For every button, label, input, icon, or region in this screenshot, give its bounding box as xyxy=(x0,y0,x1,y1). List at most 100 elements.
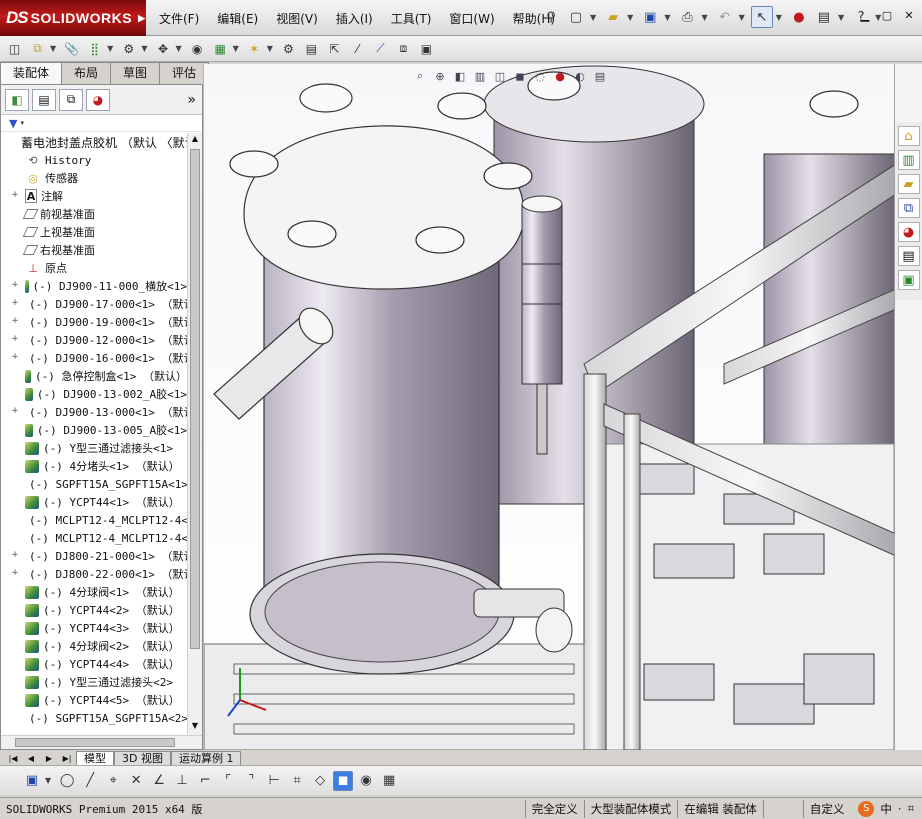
last-tab-icon[interactable]: ▶| xyxy=(58,752,76,765)
status-cell-4[interactable]: 自定义 xyxy=(802,799,851,818)
grid-icon[interactable]: ⌗ xyxy=(287,771,307,791)
expand-icon[interactable] xyxy=(9,514,21,526)
expand-icon[interactable]: + xyxy=(9,316,21,328)
expand-icon[interactable] xyxy=(9,496,21,508)
menu-item-4[interactable]: 工具(T) xyxy=(382,10,441,27)
tree-item[interactable]: + (-) DJ900-19-000<1> （默认 xyxy=(1,313,187,331)
tree-item[interactable]: (-) 4分球阀<2> （默认） xyxy=(1,637,187,655)
model-tab-2[interactable]: 运动算例 1 xyxy=(170,751,242,765)
tree-item[interactable]: + (-) DJ800-21-000<1> （默认 xyxy=(1,547,187,565)
next-tab-icon[interactable]: ▶ xyxy=(40,752,58,765)
scroll-up-icon[interactable]: ▲ xyxy=(188,134,202,148)
graphics-area[interactable]: ⌕ ⊕ ◧ ▥ ◫ ◼ ◌ ● ◐ ▤ xyxy=(203,64,895,750)
move-component-icon[interactable]: ✥ xyxy=(152,38,173,59)
expand-icon[interactable] xyxy=(9,370,21,382)
tree-item[interactable]: + (-) DJ900-11-000_横放<1> xyxy=(1,277,187,295)
menu-item-3[interactable]: 插入(I) xyxy=(327,10,382,27)
tree-item[interactable]: (-) YCPT44<5> （默认） xyxy=(1,691,187,709)
display-style-icon[interactable]: ◼ xyxy=(512,68,528,84)
forum-icon[interactable]: ▣ xyxy=(897,270,920,290)
tree-item[interactable]: + (-) DJ900-17-000<1> （默认 xyxy=(1,295,187,313)
expand-icon[interactable] xyxy=(9,712,21,724)
expand-icon[interactable] xyxy=(9,604,21,616)
bill-of-materials-icon[interactable]: ▤ xyxy=(301,38,322,59)
chevron-down-icon[interactable]: ▼ xyxy=(107,44,113,53)
zoom-to-fit-icon[interactable]: ⌕ xyxy=(412,68,428,84)
display-manager-tab-icon[interactable]: ◕ xyxy=(86,88,110,111)
point-icon[interactable]: ⌖ xyxy=(103,771,123,791)
take-snapshot-icon[interactable]: ▣ xyxy=(416,38,437,59)
menu-item-0[interactable]: 文件(F) xyxy=(150,10,208,27)
menu-item-5[interactable]: 窗口(W) xyxy=(440,10,503,27)
tree-item[interactable]: (-) 4分堵头<1> （默认） xyxy=(1,457,187,475)
undo-icon[interactable]: ↶ xyxy=(714,6,736,28)
dimension-icon[interactable]: ⊢ xyxy=(264,771,284,791)
tree-horizontal-scrollbar[interactable] xyxy=(1,735,202,749)
print-icon[interactable]: ⎙ xyxy=(676,6,698,28)
tree-item[interactable]: (-) MCLPT12-4_MCLPT12-4< xyxy=(1,511,187,529)
ime-settings-icon[interactable]: ⌗ xyxy=(908,801,914,816)
chevron-down-icon[interactable]: ▼ xyxy=(45,776,51,785)
tree-root-assembly[interactable]: 蓄电池封盖点胶机 （默认 〈默认 xyxy=(1,133,187,151)
tree-item[interactable]: (-) 急停控制盒<1> （默认） xyxy=(1,367,187,385)
expand-icon[interactable] xyxy=(9,694,21,706)
chevron-down-icon[interactable]: ▼ xyxy=(838,13,844,22)
menu-item-1[interactable]: 编辑(E) xyxy=(208,10,267,27)
expand-icon[interactable]: + xyxy=(9,334,21,346)
section-view-icon[interactable]: ▥ xyxy=(472,68,488,84)
chevron-down-icon[interactable]: ▼ xyxy=(233,44,239,53)
select-pointer-icon[interactable]: ↖ xyxy=(750,6,773,28)
zoom-area-icon[interactable]: ⊕ xyxy=(432,68,448,84)
camera-icon[interactable]: ◉ xyxy=(356,771,376,791)
expand-icon[interactable] xyxy=(9,388,21,400)
new-motion-study-icon[interactable]: ⚙ xyxy=(278,38,299,59)
expand-icon[interactable]: + xyxy=(9,190,21,202)
tree-item[interactable]: + (-) DJ800-22-000<1> （默认 xyxy=(1,565,187,583)
expand-icon[interactable]: + xyxy=(9,568,21,580)
smart-dimension-icon[interactable]: ⌐ xyxy=(195,771,215,791)
explode-line-sketch-icon[interactable]: ⁄ xyxy=(347,38,368,59)
ime-icon[interactable]: S xyxy=(858,800,875,817)
expand-icon[interactable]: + xyxy=(9,352,21,364)
ime-mode-label[interactable]: 中 xyxy=(880,801,892,817)
tree-filter[interactable]: ▼ ▾ xyxy=(1,115,202,132)
scroll-thumb[interactable] xyxy=(15,738,175,747)
file-properties-icon[interactable]: ▤ xyxy=(813,6,835,28)
line-icon[interactable]: ╱ xyxy=(80,771,100,791)
view-palette-icon[interactable]: ⧉ xyxy=(897,198,920,218)
expand-icon[interactable] xyxy=(9,154,21,166)
chevron-down-icon[interactable]: ▼ xyxy=(664,13,670,22)
tree-item[interactable]: (-) SGPFT15A_SGPFT15A<1> xyxy=(1,475,187,493)
smart-fasteners-icon[interactable]: ⚙ xyxy=(118,38,139,59)
tree-item[interactable]: (-) YCPT44<2> （默认） xyxy=(1,601,187,619)
angle-icon[interactable]: ∠ xyxy=(149,771,169,791)
insert-component-icon[interactable]: ◫ xyxy=(4,38,25,59)
open-folder-icon[interactable]: ▰ xyxy=(602,6,624,28)
expand-icon[interactable] xyxy=(9,676,21,688)
solidworks-resources-icon[interactable]: ⌂ xyxy=(897,126,920,146)
apply-scene-icon[interactable]: ◐ xyxy=(572,68,588,84)
command-tab-2[interactable]: 草图 xyxy=(110,62,161,84)
expand-icon[interactable] xyxy=(9,658,21,670)
tree-vertical-scrollbar[interactable]: ▲ ▼ xyxy=(187,133,202,736)
save-icon[interactable]: ▣ xyxy=(639,6,661,28)
minimize-icon[interactable]: ▁ xyxy=(856,6,874,24)
view-orientation-icon[interactable]: ◫ xyxy=(492,68,508,84)
view-table-icon[interactable]: ▦ xyxy=(379,771,399,791)
collapse-icon[interactable] xyxy=(1,136,13,148)
expand-icon[interactable] xyxy=(9,532,21,544)
close-icon[interactable]: ✕ xyxy=(900,6,918,24)
exploded-view-icon[interactable]: ⇱ xyxy=(324,38,345,59)
relation-icon[interactable]: ⊥ xyxy=(172,771,192,791)
view-settings-icon[interactable]: ▤ xyxy=(592,68,608,84)
tree-item[interactable]: ⟲ History xyxy=(1,151,187,169)
instant3d-icon[interactable]: ⟋ xyxy=(370,38,391,59)
tree-item[interactable]: ⊥ 原点 xyxy=(1,259,187,277)
feature-manager-tab-icon[interactable]: ◧ xyxy=(5,88,29,111)
expand-icon[interactable] xyxy=(9,262,21,274)
menu-item-2[interactable]: 视图(V) xyxy=(267,10,327,27)
tree-item[interactable]: (-) YCPT44<4> （默认） xyxy=(1,655,187,673)
shaded-with-edges-icon[interactable]: ◼ xyxy=(333,770,354,791)
trim-icon[interactable]: ✕ xyxy=(126,771,146,791)
solidworks-logo[interactable]: DS SOLIDWORKS ▶ xyxy=(0,0,146,36)
